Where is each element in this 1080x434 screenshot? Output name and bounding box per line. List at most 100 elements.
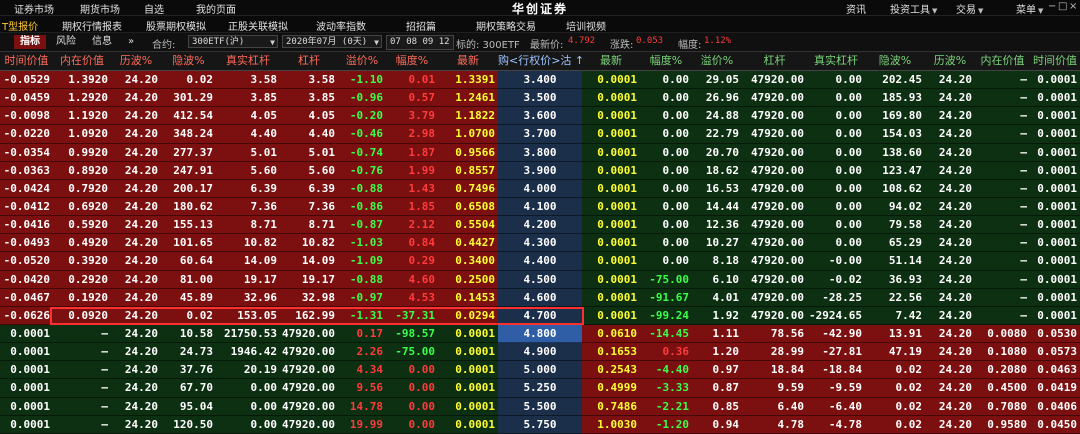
menu-watchlist[interactable]: 自选 bbox=[144, 1, 164, 16]
menu-securities-market[interactable]: 证券市场 bbox=[14, 1, 54, 16]
strike-column-header[interactable]: 购<行权价>沽 ↑ bbox=[498, 52, 582, 70]
call-cell: 60.64 bbox=[179, 254, 213, 268]
call-cell: -0.20 bbox=[349, 109, 383, 123]
option-row[interactable]: -0.0626 0.0920 24.20 0.02 153.05 162.99 -1.31-… bbox=[0, 306, 1080, 325]
strike-price-cell[interactable]: 4.900 bbox=[498, 343, 582, 360]
put-cell: 0.0001 bbox=[597, 236, 637, 250]
option-row[interactable]: -0.0220 1.0920 24.20 348.24 4.40 4.40 -0.46 2.9… bbox=[0, 125, 1080, 144]
call-column-header[interactable]: 幅度% bbox=[386, 52, 438, 70]
menu-my-page[interactable]: 我的页面 bbox=[196, 1, 236, 16]
tab-info[interactable]: 信息 bbox=[86, 35, 118, 49]
call-column-header[interactable]: 时间价值 bbox=[0, 52, 53, 70]
close-icon[interactable]: × bbox=[1069, 1, 1077, 12]
tab-t-quote[interactable]: T型报价 bbox=[2, 18, 38, 33]
tab-stock-option-sim[interactable]: 股票期权模拟 bbox=[146, 18, 206, 33]
option-row[interactable]: -0.0098 1.1920 24.20 412.54 4.05 4.05 -0.20 3.7… bbox=[0, 107, 1080, 126]
strike-price-cell[interactable]: 3.600 bbox=[498, 107, 582, 124]
call-cell: 24.20 bbox=[124, 417, 158, 431]
tab-risk[interactable]: 风险 bbox=[50, 35, 82, 49]
option-row[interactable]: -0.0412 0.6920 24.20 180.62 7.36 7.36 -0.86 1.8… bbox=[0, 197, 1080, 217]
expiry-select[interactable]: 2020年07月 (0天) ▼ bbox=[282, 35, 382, 48]
strike-price-cell[interactable]: 4.200 bbox=[498, 216, 582, 233]
option-row[interactable]: -0.0354 0.9920 24.20 277.37 5.01 5.01 -0.74 1.8… bbox=[0, 143, 1080, 162]
tab-strategy-trading[interactable]: 期权策略交易 bbox=[476, 18, 536, 33]
strike-price-cell[interactable]: 3.800 bbox=[498, 144, 582, 161]
option-row[interactable]: -0.0416 0.5920 24.20 155.13 8.71 8.71 -0.87 2.1… bbox=[0, 216, 1080, 235]
tab-indicator[interactable]: 指标 bbox=[14, 35, 46, 49]
strike-price-cell[interactable]: 4.000 bbox=[498, 180, 582, 197]
call-column-header[interactable]: 隐波% bbox=[161, 52, 216, 70]
time-filter[interactable]: 07 08 09 12 bbox=[386, 35, 454, 50]
call-cell: -0.0098 bbox=[3, 109, 50, 123]
option-row[interactable]: -0.0424 0.7920 24.20 200.17 6.39 6.39 -0.88 1.4… bbox=[0, 179, 1080, 198]
tab-tips[interactable]: 招招篇 bbox=[406, 18, 436, 33]
put-column-header[interactable]: 杠杆 bbox=[742, 52, 807, 70]
collapse-icon[interactable]: » bbox=[128, 36, 134, 47]
put-column-header[interactable]: 最新 bbox=[582, 52, 640, 70]
strike-price-cell[interactable]: 5.000 bbox=[498, 361, 582, 378]
menu-main[interactable]: 菜单 ▼ bbox=[1016, 1, 1043, 16]
put-cell: 0.0450 bbox=[1037, 417, 1077, 431]
tab-training-video[interactable]: 培训视频 bbox=[566, 18, 606, 33]
option-row[interactable]: 0.0001 — 24.20 24.73 1946.42 47920.00 2.26 -75.… bbox=[0, 343, 1080, 362]
strike-price-cell[interactable]: 5.500 bbox=[498, 398, 582, 415]
call-column-header[interactable]: 溢价% bbox=[338, 52, 386, 70]
option-row[interactable]: 0.0001 — 24.20 10.58 21750.53 47920.00 0.17 -98… bbox=[0, 324, 1080, 344]
option-row[interactable]: -0.0520 0.3920 24.20 60.64 14.09 14.09 -1.09 0.… bbox=[0, 252, 1080, 271]
call-cell: -0.0424 bbox=[3, 181, 50, 195]
strike-price-cell[interactable]: 4.100 bbox=[498, 198, 582, 215]
tab-volatility-index[interactable]: 波动率指数 bbox=[316, 18, 366, 33]
strike-price-cell[interactable]: 5.750 bbox=[498, 416, 582, 433]
option-row[interactable]: -0.0529 1.3920 24.20 0.02 3.58 3.58 -1.10 0.01 1… bbox=[0, 71, 1080, 90]
put-column-header[interactable]: 溢价% bbox=[692, 52, 742, 70]
maximize-icon[interactable]: □ bbox=[1058, 1, 1067, 12]
menu-futures-market[interactable]: 期货市场 bbox=[80, 1, 120, 16]
put-column-header[interactable]: 隐波% bbox=[865, 52, 925, 70]
call-cell: 0.84 bbox=[408, 236, 436, 250]
minimize-icon[interactable]: − bbox=[1048, 1, 1056, 12]
put-column-header[interactable]: 真实杠杆 bbox=[807, 52, 865, 70]
strike-price-cell[interactable]: 3.400 bbox=[498, 71, 582, 88]
strike-price-cell[interactable]: 4.800 bbox=[498, 325, 582, 342]
menu-invest-tools[interactable]: 投资工具 ▼ bbox=[890, 1, 937, 16]
strike-price-cell[interactable]: 4.400 bbox=[498, 252, 582, 269]
strike-price-cell[interactable]: 3.900 bbox=[498, 162, 582, 179]
call-column-header[interactable]: 历波% bbox=[111, 52, 161, 70]
option-row[interactable]: 0.0001 — 24.20 95.04 0.00 47920.00 14.78 0.00 0.… bbox=[0, 397, 1080, 416]
strike-price-cell[interactable]: 4.700 bbox=[498, 307, 582, 324]
put-column-header[interactable]: 历波% bbox=[925, 52, 975, 70]
option-row[interactable]: 0.0001—24.20 120.50 0.00 47920.00 19.99 0.00 0… bbox=[0, 415, 1080, 434]
option-row[interactable]: -0.0363 0.8920 24.20 247.91 5.60 5.60 -0.76 1.9… bbox=[0, 161, 1080, 180]
option-row[interactable]: -0.0493 0.4920 24.20 101.65 10.82 10.82 -1.03 0… bbox=[0, 234, 1080, 253]
call-column-header[interactable]: 最新 bbox=[438, 52, 498, 70]
strike-price-cell[interactable]: 3.700 bbox=[498, 125, 582, 142]
option-row[interactable]: 0.0001 — 24.20 37.76 20.19 47920.00 4.34 0.00 0.… bbox=[0, 361, 1080, 380]
option-row[interactable]: -0.0467 0.1920 24.20 45.89 32.96 32.98 -0.97 4.… bbox=[0, 288, 1080, 307]
strike-price-cell[interactable]: 4.300 bbox=[498, 234, 582, 251]
put-cell: 47920.00 bbox=[751, 127, 804, 141]
put-column-header[interactable]: 内在价值 bbox=[975, 52, 1030, 70]
contract-select[interactable]: 300ETF(沪) ▼ bbox=[188, 35, 278, 48]
menu-trade[interactable]: 交易 ▼ bbox=[956, 1, 983, 16]
call-cell: -0.0459 bbox=[3, 91, 50, 105]
strike-price-cell[interactable]: 4.500 bbox=[498, 271, 582, 288]
option-row[interactable]: -0.0459 1.2920 24.20 301.29 3.85 3.85 -0.96 0.5… bbox=[0, 89, 1080, 108]
strike-price-cell[interactable]: 3.500 bbox=[498, 89, 582, 106]
call-column-header[interactable]: 内在价值 bbox=[53, 52, 111, 70]
call-cell: 0.5920 bbox=[68, 218, 108, 232]
option-row[interactable]: -0.0420 0.2920 24.20 81.00 19.17 19.17 -0.88 4.… bbox=[0, 270, 1080, 289]
option-row[interactable]: 0.0001 — 24.20 67.70 0.00 47920.00 9.56 0.00 0.0… bbox=[0, 379, 1080, 398]
call-cell: 5.60 bbox=[250, 163, 278, 177]
put-column-header[interactable]: 时间价值 bbox=[1030, 52, 1080, 70]
call-column-header[interactable]: 杠杆 bbox=[280, 52, 338, 70]
call-column-header[interactable]: 真实杠杆 bbox=[216, 52, 280, 70]
put-cell: 0.0406 bbox=[1037, 399, 1077, 413]
menu-news[interactable]: 资讯 bbox=[846, 1, 866, 16]
put-cell: 0.0610 bbox=[597, 326, 637, 340]
tab-option-report[interactable]: 期权行情报表 bbox=[62, 18, 122, 33]
tab-underlying-sim[interactable]: 正股关联模拟 bbox=[228, 18, 288, 33]
put-column-header[interactable]: 幅度% bbox=[640, 52, 692, 70]
strike-price-cell[interactable]: 4.600 bbox=[498, 289, 582, 306]
strike-price-cell[interactable]: 5.250 bbox=[498, 379, 582, 396]
contract-label: 合约: bbox=[152, 40, 176, 51]
